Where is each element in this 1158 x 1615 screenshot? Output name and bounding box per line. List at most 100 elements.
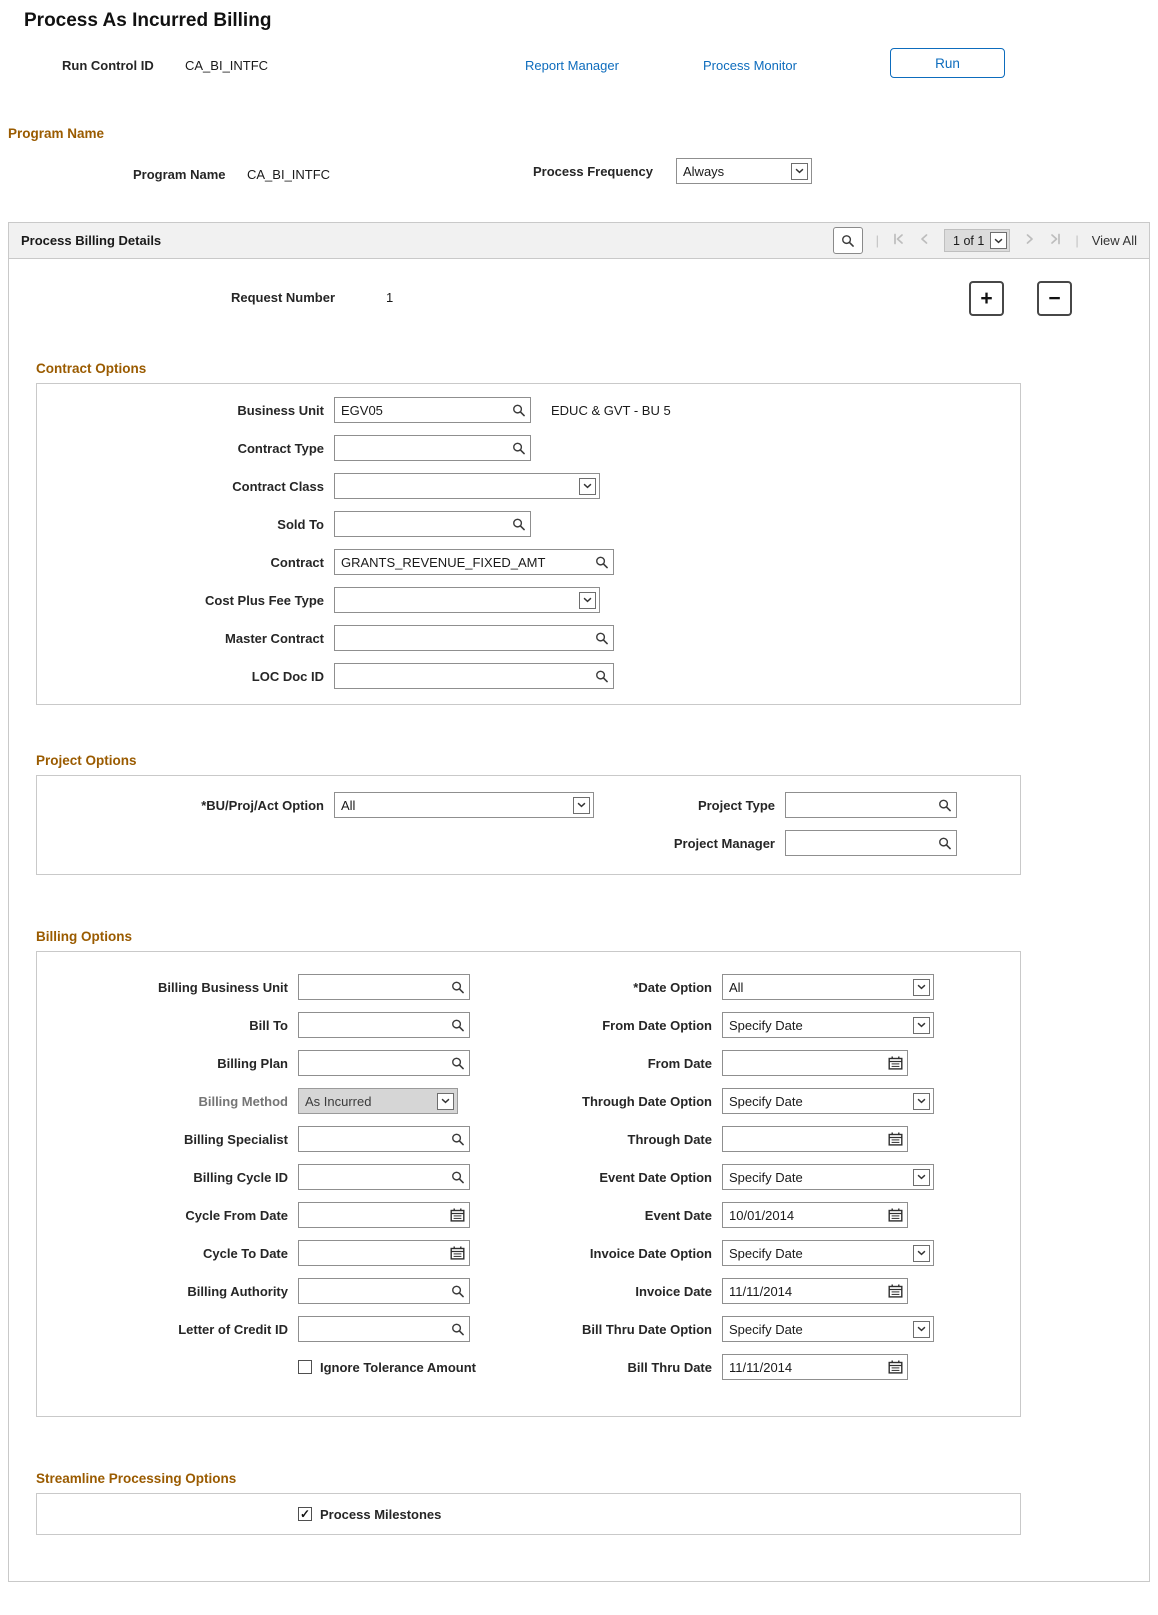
lookup-icon[interactable] bbox=[937, 836, 952, 851]
calendar-icon[interactable] bbox=[450, 1246, 465, 1261]
loc-doc-id-field bbox=[334, 663, 614, 689]
lookup-icon[interactable] bbox=[450, 1056, 465, 1071]
bu-proj-act-option-select[interactable]: All bbox=[334, 792, 594, 818]
process-billing-details-title: Process Billing Details bbox=[21, 233, 162, 248]
project-manager-input[interactable] bbox=[786, 831, 956, 855]
master-contract-field bbox=[334, 625, 614, 651]
from-date-option-select[interactable]: Specify Date bbox=[722, 1012, 934, 1038]
event-date-option-selected-value: Specify Date bbox=[729, 1169, 803, 1185]
lookup-icon[interactable] bbox=[594, 631, 609, 646]
report-manager-link[interactable]: Report Manager bbox=[525, 58, 619, 73]
bill-thru-date-input[interactable] bbox=[723, 1355, 907, 1379]
add-row-button[interactable]: + bbox=[969, 281, 1004, 316]
letter-of-credit-id-label: Letter of Credit ID bbox=[178, 1321, 288, 1337]
cycle-from-date-label: Cycle From Date bbox=[185, 1207, 288, 1223]
project-options-box: *BU/Proj/Act Option All Project Type Pro… bbox=[36, 775, 1021, 875]
calendar-icon[interactable] bbox=[888, 1132, 903, 1147]
process-monitor-link[interactable]: Process Monitor bbox=[703, 58, 797, 73]
calendar-icon[interactable] bbox=[888, 1360, 903, 1375]
ignore-tolerance-amount-checkbox[interactable] bbox=[298, 1360, 312, 1374]
event-date-input[interactable] bbox=[723, 1203, 907, 1227]
master-contract-input[interactable] bbox=[335, 626, 613, 650]
billing-plan-input[interactable] bbox=[299, 1051, 469, 1075]
from-date-input[interactable] bbox=[723, 1051, 907, 1075]
contract-class-select[interactable] bbox=[334, 473, 600, 499]
invoice-date-input[interactable] bbox=[723, 1279, 907, 1303]
chevron-down-icon bbox=[913, 978, 930, 996]
lookup-icon[interactable] bbox=[511, 517, 526, 532]
lookup-icon[interactable] bbox=[450, 1018, 465, 1033]
contract-type-field bbox=[334, 435, 531, 461]
business-unit-input[interactable] bbox=[335, 398, 530, 422]
delete-row-button[interactable]: − bbox=[1037, 281, 1072, 316]
billing-specialist-input[interactable] bbox=[299, 1127, 469, 1151]
bill-to-input[interactable] bbox=[299, 1013, 469, 1037]
project-type-input[interactable] bbox=[786, 793, 956, 817]
from-date-field bbox=[722, 1050, 908, 1076]
form-row: Billing Method As Incurred Through Date … bbox=[37, 1088, 1020, 1114]
lookup-icon[interactable] bbox=[594, 555, 609, 570]
view-all-link[interactable]: View All bbox=[1092, 233, 1137, 248]
loc-doc-id-input[interactable] bbox=[335, 664, 613, 688]
contract-options-section: Contract Options Business Unit EDUC & GV… bbox=[36, 361, 1021, 705]
contract-type-input[interactable] bbox=[335, 436, 530, 460]
date-option-selected-value: All bbox=[729, 979, 744, 995]
request-number-label: Request Number bbox=[231, 290, 336, 305]
process-frequency-select[interactable]: Always bbox=[676, 158, 812, 184]
cycle-to-date-field bbox=[298, 1240, 470, 1266]
left-column: *BU/Proj/Act Option All bbox=[37, 792, 594, 818]
left-column: Billing Specialist bbox=[37, 1126, 470, 1152]
billing-authority-field bbox=[298, 1278, 470, 1304]
left-column: Billing Business Unit bbox=[37, 974, 470, 1000]
bill-thru-date-option-select[interactable]: Specify Date bbox=[722, 1316, 934, 1342]
billing-business-unit-input[interactable] bbox=[299, 975, 469, 999]
lookup-icon[interactable] bbox=[511, 441, 526, 456]
streamline-processing-options-section: Streamline Processing Options Process Mi… bbox=[36, 1471, 1021, 1535]
previous-row-icon[interactable] bbox=[918, 233, 931, 248]
process-milestones-checkbox[interactable] bbox=[298, 1507, 312, 1521]
run-button[interactable]: Run bbox=[890, 48, 1005, 78]
cost-plus-fee-type-select[interactable] bbox=[334, 587, 600, 613]
through-date-label: Through Date bbox=[627, 1131, 713, 1147]
calendar-icon[interactable] bbox=[888, 1208, 903, 1223]
left-column: Billing Cycle ID bbox=[37, 1164, 470, 1190]
first-row-icon[interactable] bbox=[892, 233, 905, 248]
billing-options-section: Billing Options Billing Business Unit *D… bbox=[36, 929, 1021, 1417]
form-row: Billing Specialist Through Date bbox=[37, 1126, 1020, 1152]
billing-cycle-id-input[interactable] bbox=[299, 1165, 469, 1189]
lookup-icon[interactable] bbox=[450, 1132, 465, 1147]
contract-type-label: Contract Type bbox=[237, 440, 324, 456]
event-date-option-select[interactable]: Specify Date bbox=[722, 1164, 934, 1190]
through-date-input[interactable] bbox=[723, 1127, 907, 1151]
next-row-icon[interactable] bbox=[1023, 233, 1036, 248]
find-button[interactable] bbox=[832, 227, 863, 254]
business-unit-field bbox=[334, 397, 531, 423]
lookup-icon[interactable] bbox=[594, 669, 609, 684]
lookup-icon[interactable] bbox=[450, 1322, 465, 1337]
lookup-icon[interactable] bbox=[450, 1284, 465, 1299]
invoice-date-option-select[interactable]: Specify Date bbox=[722, 1240, 934, 1266]
from-date-label: From Date bbox=[647, 1055, 712, 1071]
lookup-icon[interactable] bbox=[450, 1170, 465, 1185]
row-counter[interactable]: 1 of 1 bbox=[944, 229, 1011, 252]
date-option-select[interactable]: All bbox=[722, 974, 934, 1000]
through-date-option-select[interactable]: Specify Date bbox=[722, 1088, 934, 1114]
lookup-icon[interactable] bbox=[450, 980, 465, 995]
cycle-to-date-input[interactable] bbox=[299, 1241, 469, 1265]
calendar-icon[interactable] bbox=[888, 1056, 903, 1071]
lookup-icon[interactable] bbox=[937, 798, 952, 813]
form-row: Billing Plan From Date bbox=[37, 1050, 1020, 1076]
sold-to-input[interactable] bbox=[335, 512, 530, 536]
contract-options-box: Business Unit EDUC & GVT - BU 5 Contract… bbox=[36, 383, 1021, 705]
through-date-option-label: Through Date Option bbox=[582, 1093, 712, 1109]
calendar-icon[interactable] bbox=[888, 1284, 903, 1299]
contract-input[interactable] bbox=[335, 550, 613, 574]
invoice-date-option-selected-value: Specify Date bbox=[729, 1245, 803, 1261]
letter-of-credit-id-input[interactable] bbox=[299, 1317, 469, 1341]
cycle-from-date-input[interactable] bbox=[299, 1203, 469, 1227]
billing-authority-input[interactable] bbox=[299, 1279, 469, 1303]
lookup-icon[interactable] bbox=[511, 403, 526, 418]
chevron-down-icon bbox=[913, 1016, 930, 1034]
calendar-icon[interactable] bbox=[450, 1208, 465, 1223]
last-row-icon[interactable] bbox=[1049, 233, 1062, 248]
